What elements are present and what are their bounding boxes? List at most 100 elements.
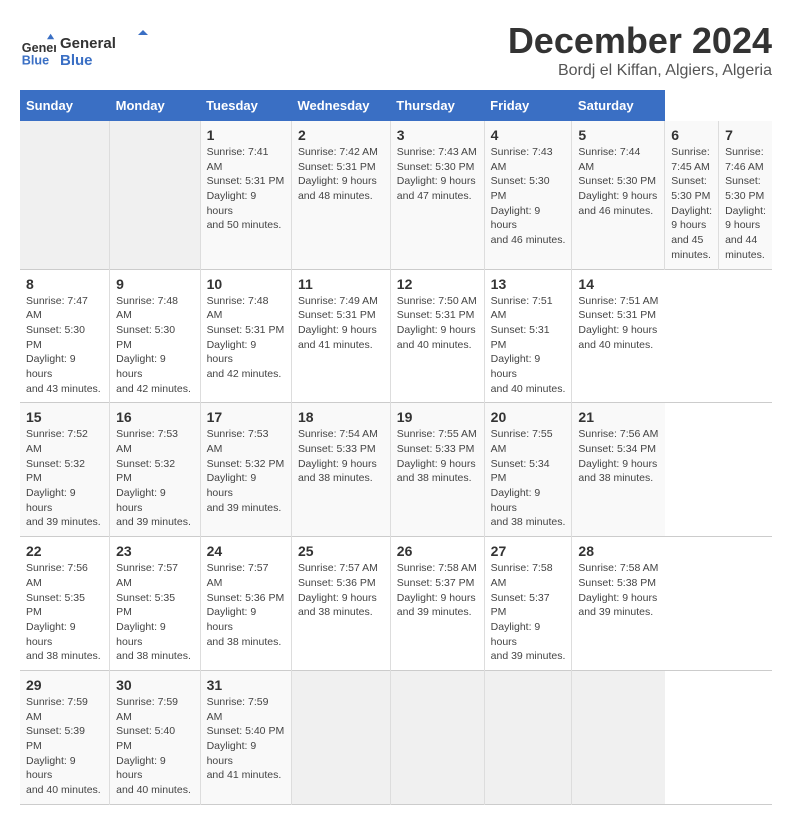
day-number: 3 <box>397 127 478 143</box>
day-cell-19: 19 Sunrise: 7:55 AMSunset: 5:33 PMDayligh… <box>390 403 484 537</box>
week-row-2: 8Sunrise: 7:47 AMSunset: 5:30 PMDaylight… <box>20 269 772 403</box>
day-info: Sunrise: 7:48 AMSunset: 5:31 PMDaylight:… <box>207 294 285 382</box>
day-info: Sunrise: 7:47 AMSunset: 5:30 PMDaylight:… <box>26 294 103 397</box>
empty-cell-w0-d1 <box>110 121 200 269</box>
day-cell-11: 11Sunrise: 7:49 AMSunset: 5:31 PMDayligh… <box>291 269 390 403</box>
day-number: 29 <box>26 677 103 693</box>
day-number: 15 <box>26 409 103 425</box>
weekday-header-wednesday: Wednesday <box>291 90 390 121</box>
day-cell-29: 29Sunrise: 7:59 AMSunset: 5:39 PMDayligh… <box>20 670 110 804</box>
calendar-table: SundayMondayTuesdayWednesdayThursdayFrid… <box>20 90 772 805</box>
day-info: Sunrise: 7:57 AMSunset: 5:36 PMDaylight:… <box>298 561 384 620</box>
day-info: Sunrise: 7:55 AMSunset: 5:34 PMDaylight:… <box>491 427 566 530</box>
weekday-header-monday: Monday <box>110 90 200 121</box>
week-row-1: 1 Sunrise: 7:41 AMSunset: 5:31 PMDaylight… <box>20 121 772 269</box>
day-number: 17 <box>207 409 285 425</box>
day-number: 7 <box>725 127 766 143</box>
day-info: Sunrise: 7:59 AMSunset: 5:40 PMDaylight:… <box>116 695 193 798</box>
day-cell-16: 16Sunrise: 7:53 AMSunset: 5:32 PMDayligh… <box>110 403 200 537</box>
month-title: December 2024 <box>508 20 772 62</box>
day-cell-30: 30 Sunrise: 7:59 AMSunset: 5:40 PMDayligh… <box>110 670 200 804</box>
empty-cell-w4-d5 <box>484 670 572 804</box>
day-number: 30 <box>116 677 193 693</box>
day-number: 12 <box>397 276 478 292</box>
day-cell-7: 7 Sunrise: 7:46 AMSunset: 5:30 PMDaylight… <box>719 121 772 269</box>
day-number: 23 <box>116 543 193 559</box>
day-number: 1 <box>207 127 285 143</box>
day-info: Sunrise: 7:57 AMSunset: 5:35 PMDaylight:… <box>116 561 193 664</box>
weekday-header-friday: Friday <box>484 90 572 121</box>
day-info: Sunrise: 7:43 AMSunset: 5:30 PMDaylight:… <box>491 145 566 248</box>
day-cell-14: 14 Sunrise: 7:51 AMSunset: 5:31 PMDayligh… <box>572 269 665 403</box>
day-cell-9: 9Sunrise: 7:48 AMSunset: 5:30 PMDaylight… <box>110 269 200 403</box>
day-info: Sunrise: 7:41 AMSunset: 5:31 PMDaylight:… <box>207 145 285 233</box>
day-info: Sunrise: 7:51 AMSunset: 5:31 PMDaylight:… <box>578 294 658 353</box>
logo-icon: General Blue <box>20 32 56 68</box>
day-cell-5: 5 Sunrise: 7:44 AMSunset: 5:30 PMDaylight… <box>572 121 665 269</box>
week-row-4: 22Sunrise: 7:56 AMSunset: 5:35 PMDayligh… <box>20 537 772 671</box>
day-info: Sunrise: 7:50 AMSunset: 5:31 PMDaylight:… <box>397 294 478 353</box>
weekday-header-row: SundayMondayTuesdayWednesdayThursdayFrid… <box>20 90 772 121</box>
day-cell-24: 24Sunrise: 7:57 AMSunset: 5:36 PMDayligh… <box>200 537 291 671</box>
day-number: 25 <box>298 543 384 559</box>
day-info: Sunrise: 7:58 AMSunset: 5:37 PMDaylight:… <box>397 561 478 620</box>
empty-cell-w4-d3 <box>291 670 390 804</box>
svg-text:Blue: Blue <box>60 52 93 69</box>
day-info: Sunrise: 7:53 AMSunset: 5:32 PMDaylight:… <box>207 427 285 515</box>
day-number: 19 <box>397 409 478 425</box>
day-number: 14 <box>578 276 658 292</box>
weekday-header-thursday: Thursday <box>390 90 484 121</box>
day-cell-22: 22Sunrise: 7:56 AMSunset: 5:35 PMDayligh… <box>20 537 110 671</box>
day-cell-8: 8Sunrise: 7:47 AMSunset: 5:30 PMDaylight… <box>20 269 110 403</box>
day-info: Sunrise: 7:59 AMSunset: 5:40 PMDaylight:… <box>207 695 285 783</box>
day-number: 6 <box>671 127 712 143</box>
logo: General Blue General Blue <box>20 30 150 70</box>
day-number: 10 <box>207 276 285 292</box>
day-info: Sunrise: 7:45 AMSunset: 5:30 PMDaylight:… <box>671 145 712 263</box>
day-info: Sunrise: 7:51 AMSunset: 5:31 PMDaylight:… <box>491 294 566 397</box>
day-number: 4 <box>491 127 566 143</box>
empty-cell-w0-d0 <box>20 121 110 269</box>
title-section: December 2024 Bordj el Kiffan, Algiers, … <box>508 20 772 80</box>
day-number: 27 <box>491 543 566 559</box>
day-cell-31: 31 Sunrise: 7:59 AMSunset: 5:40 PMDayligh… <box>200 670 291 804</box>
day-info: Sunrise: 7:53 AMSunset: 5:32 PMDaylight:… <box>116 427 193 530</box>
day-cell-23: 23 Sunrise: 7:57 AMSunset: 5:35 PMDayligh… <box>110 537 200 671</box>
day-number: 5 <box>578 127 658 143</box>
day-number: 13 <box>491 276 566 292</box>
day-info: Sunrise: 7:57 AMSunset: 5:36 PMDaylight:… <box>207 561 285 649</box>
day-cell-2: 2 Sunrise: 7:42 AMSunset: 5:31 PMDaylight… <box>291 121 390 269</box>
day-info: Sunrise: 7:52 AMSunset: 5:32 PMDaylight:… <box>26 427 103 530</box>
day-number: 20 <box>491 409 566 425</box>
day-number: 22 <box>26 543 103 559</box>
day-info: Sunrise: 7:46 AMSunset: 5:30 PMDaylight:… <box>725 145 766 263</box>
day-number: 26 <box>397 543 478 559</box>
week-row-5: 29Sunrise: 7:59 AMSunset: 5:39 PMDayligh… <box>20 670 772 804</box>
day-number: 18 <box>298 409 384 425</box>
day-number: 2 <box>298 127 384 143</box>
day-number: 21 <box>578 409 658 425</box>
day-number: 31 <box>207 677 285 693</box>
weekday-header-saturday: Saturday <box>572 90 665 121</box>
day-info: Sunrise: 7:44 AMSunset: 5:30 PMDaylight:… <box>578 145 658 218</box>
day-cell-20: 20 Sunrise: 7:55 AMSunset: 5:34 PMDayligh… <box>484 403 572 537</box>
day-info: Sunrise: 7:55 AMSunset: 5:33 PMDaylight:… <box>397 427 478 486</box>
day-info: Sunrise: 7:54 AMSunset: 5:33 PMDaylight:… <box>298 427 384 486</box>
day-cell-10: 10 Sunrise: 7:48 AMSunset: 5:31 PMDayligh… <box>200 269 291 403</box>
day-info: Sunrise: 7:48 AMSunset: 5:30 PMDaylight:… <box>116 294 193 397</box>
day-cell-21: 21 Sunrise: 7:56 AMSunset: 5:34 PMDayligh… <box>572 403 665 537</box>
day-number: 28 <box>578 543 658 559</box>
day-cell-27: 27Sunrise: 7:58 AMSunset: 5:37 PMDayligh… <box>484 537 572 671</box>
day-cell-6: 6 Sunrise: 7:45 AMSunset: 5:30 PMDaylight… <box>665 121 719 269</box>
svg-text:Blue: Blue <box>22 53 49 67</box>
day-cell-28: 28Sunrise: 7:58 AMSunset: 5:38 PMDayligh… <box>572 537 665 671</box>
day-info: Sunrise: 7:56 AMSunset: 5:34 PMDaylight:… <box>578 427 658 486</box>
day-cell-18: 18 Sunrise: 7:54 AMSunset: 5:33 PMDayligh… <box>291 403 390 537</box>
empty-cell-w4-d4 <box>390 670 484 804</box>
weekday-header-tuesday: Tuesday <box>200 90 291 121</box>
svg-text:General: General <box>60 35 116 52</box>
day-cell-17: 17 Sunrise: 7:53 AMSunset: 5:32 PMDayligh… <box>200 403 291 537</box>
day-number: 11 <box>298 276 384 292</box>
day-info: Sunrise: 7:42 AMSunset: 5:31 PMDaylight:… <box>298 145 384 204</box>
day-cell-15: 15 Sunrise: 7:52 AMSunset: 5:32 PMDayligh… <box>20 403 110 537</box>
